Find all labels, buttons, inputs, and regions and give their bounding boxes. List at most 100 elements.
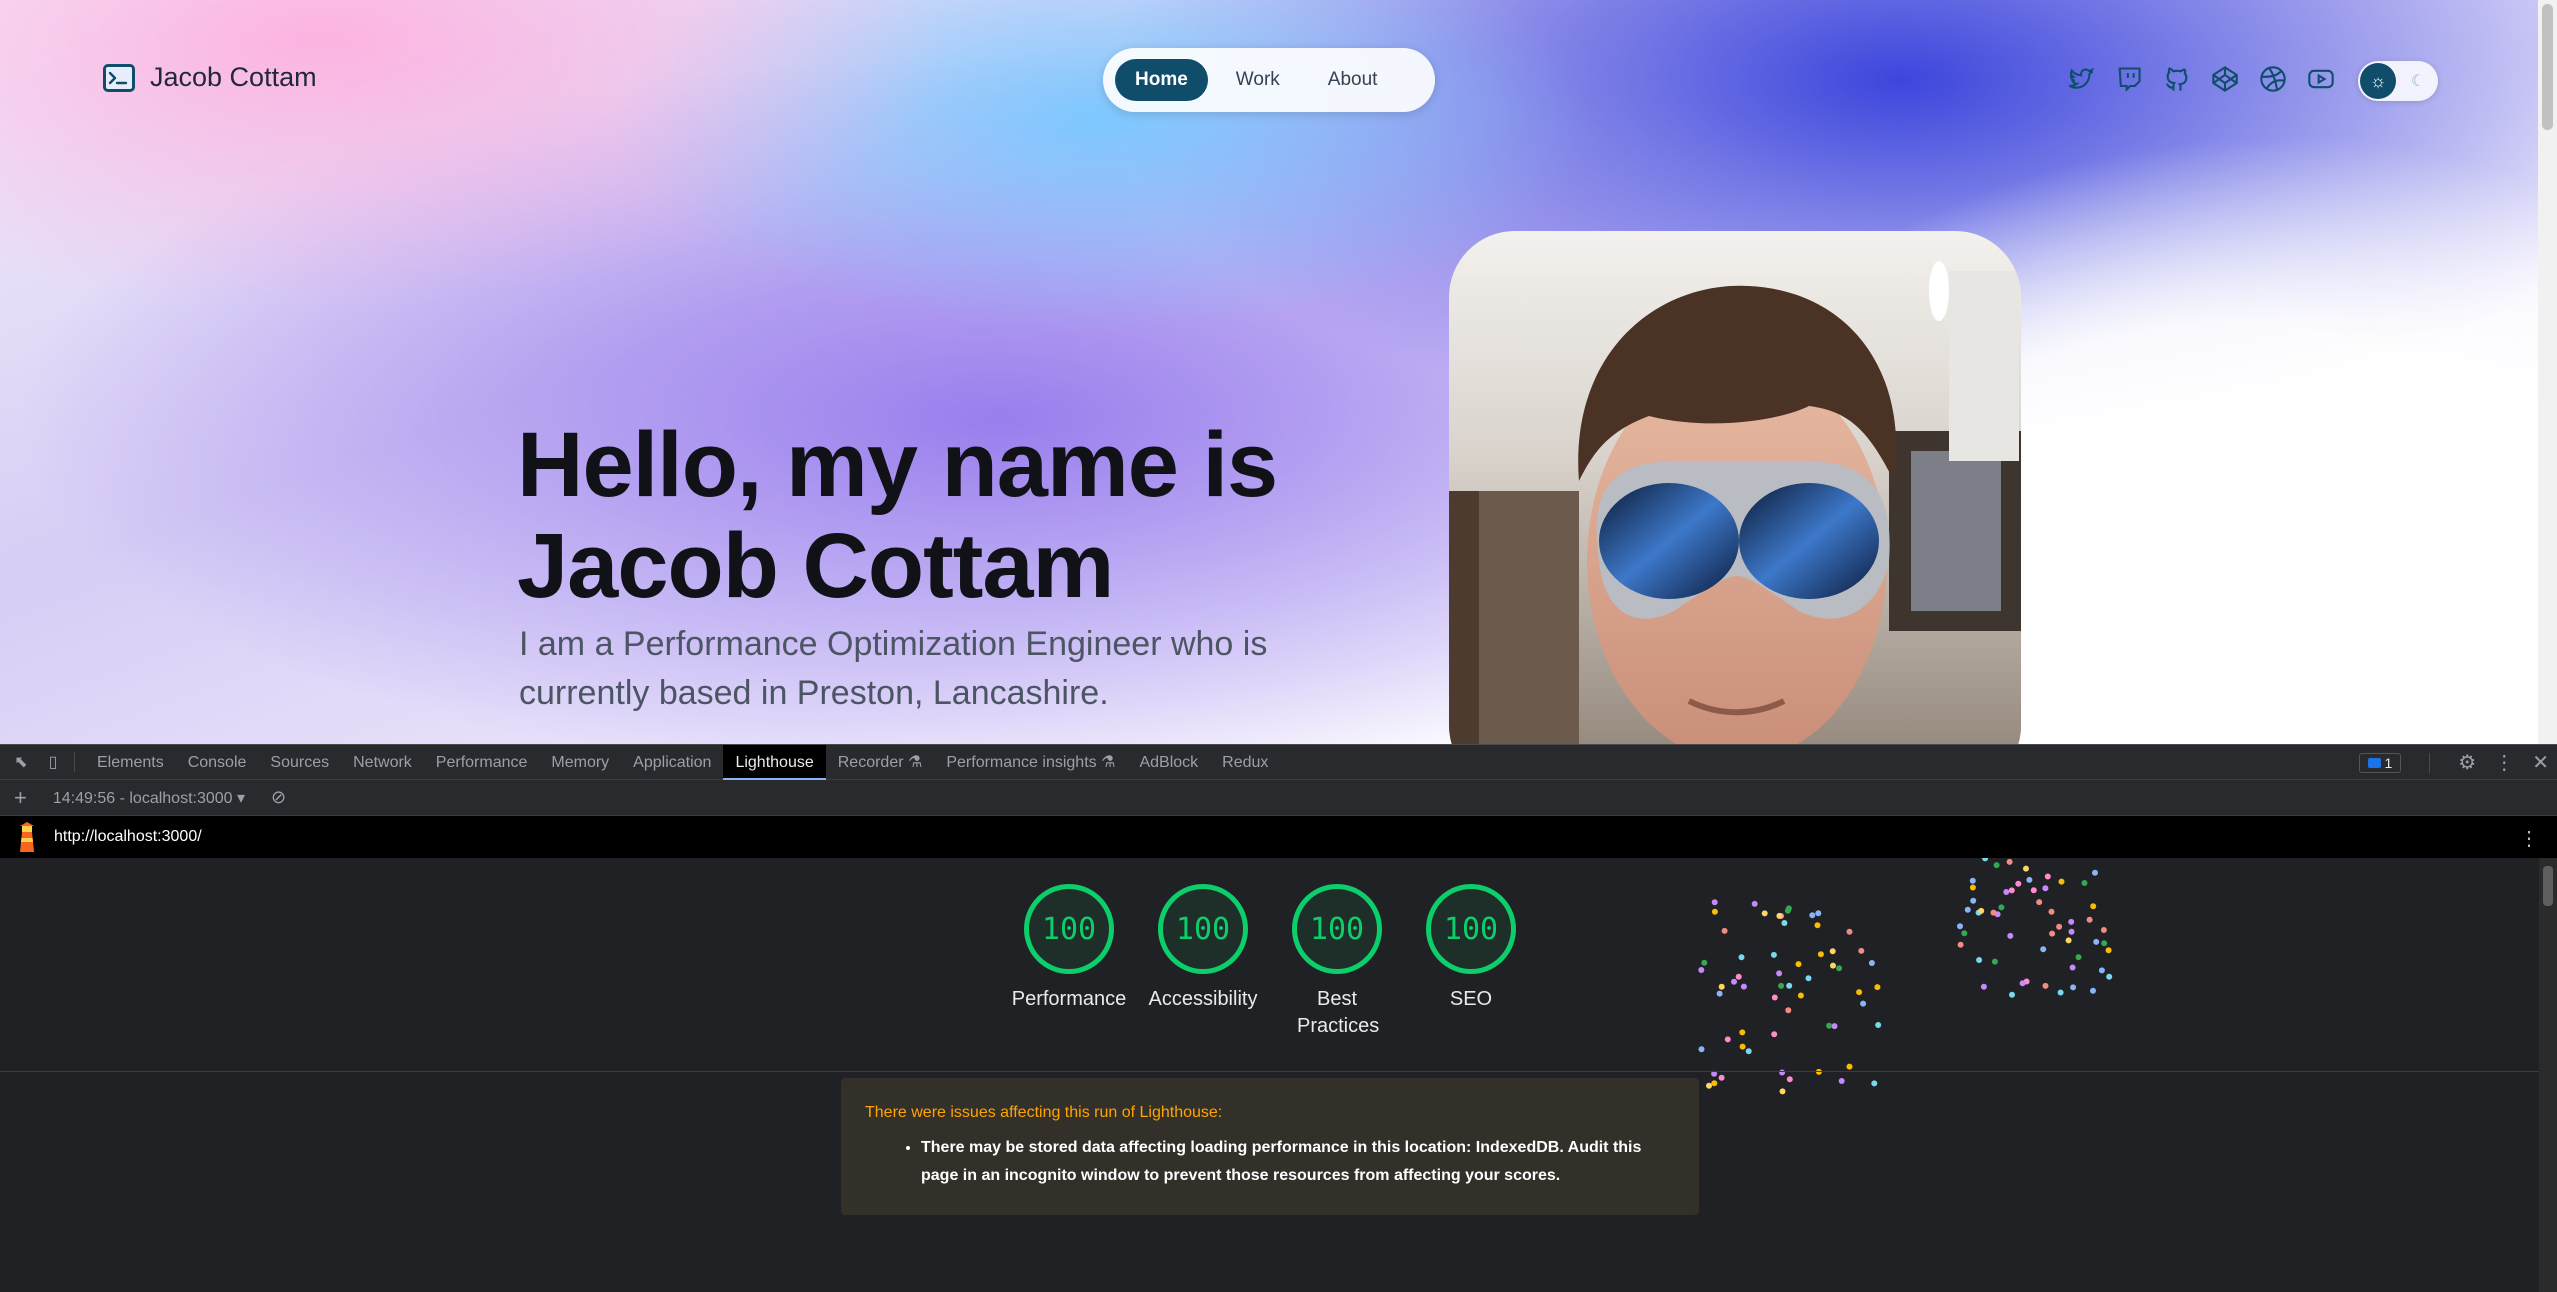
settings-gear-icon[interactable]: ⚙: [2458, 750, 2476, 775]
moon-icon: ☾: [2410, 73, 2426, 90]
confetti-dot: [2065, 937, 2072, 944]
confetti-dot: [1735, 973, 1742, 980]
confetti-dot: [1797, 992, 1804, 999]
gauge-accessibility[interactable]: 100 Accessibility: [1136, 884, 1270, 1040]
confetti-dot: [1785, 905, 1792, 912]
tab-recorder[interactable]: Recorder ⚗: [826, 745, 935, 780]
tab-adblock[interactable]: AdBlock: [1127, 745, 1210, 780]
confetti-dot: [1738, 954, 1745, 961]
confetti-dot: [2068, 918, 2075, 925]
confetti-dot: [1836, 965, 1843, 972]
confetti-dot: [2026, 876, 2033, 883]
audited-url[interactable]: http://localhost:3000/: [54, 828, 202, 846]
website-viewport: Jacob Cottam Home Work About ☼ ☾ Hello, …: [0, 0, 2557, 744]
brand-name: Jacob Cottam: [150, 62, 317, 92]
social-links: [2066, 64, 2336, 94]
dribbble-icon[interactable]: [2258, 64, 2288, 94]
dropdown-arrow-icon: ▾: [237, 789, 246, 807]
confetti-dot: [1826, 1022, 1833, 1029]
warning-item: There may be stored data affecting loadi…: [921, 1134, 1675, 1190]
gauge-score: 100: [1443, 911, 1499, 947]
more-options-icon[interactable]: ⋮: [2494, 750, 2514, 775]
gauge-best-practices[interactable]: 100 Best Practices: [1270, 884, 1404, 1040]
report-menu-icon[interactable]: ⋮: [2519, 826, 2539, 851]
nav-work[interactable]: Work: [1216, 59, 1300, 101]
device-toolbar-icon[interactable]: ▯: [42, 751, 64, 773]
scrollbar-thumb[interactable]: [2543, 866, 2553, 906]
report-selector[interactable]: 14:49:56 - localhost:3000 ▾: [53, 788, 245, 808]
codepen-icon[interactable]: [2210, 64, 2240, 94]
lighthouse-url-bar: http://localhost:3000/ ⋮: [0, 816, 2557, 858]
confetti-dot: [2036, 899, 2043, 906]
gauge-score: 100: [1041, 911, 1097, 947]
confetti-dot: [2090, 903, 2097, 910]
brand-link[interactable]: Jacob Cottam: [102, 62, 317, 93]
twitch-icon[interactable]: [2114, 64, 2144, 94]
tab-lighthouse[interactable]: Lighthouse: [723, 744, 826, 780]
tab-network[interactable]: Network: [341, 745, 424, 780]
gauge-performance[interactable]: 100 Performance: [1002, 884, 1136, 1040]
nav-about[interactable]: About: [1308, 59, 1398, 101]
confetti-dot: [2023, 978, 2030, 985]
confetti-dot: [2030, 887, 2037, 894]
confetti-dot: [2090, 987, 2096, 994]
page-scrollbar[interactable]: [2538, 0, 2557, 744]
tab-performance-insights[interactable]: Performance insights ⚗: [934, 745, 1127, 780]
tab-sources[interactable]: Sources: [258, 745, 341, 780]
confetti-dot: [1776, 912, 1783, 919]
confetti-dot: [2092, 869, 2098, 876]
inspect-element-icon[interactable]: ⬉: [10, 751, 32, 773]
devtools-panel: ⬉ ▯ Elements Console Sources Network Per…: [0, 744, 2557, 1292]
confetti-dot: [1779, 1088, 1786, 1095]
gauge-label: Performance: [1011, 988, 1127, 1010]
confetti-dot: [1770, 951, 1777, 958]
confetti-dot: [1831, 1023, 1838, 1030]
report-scrollbar[interactable]: [2539, 858, 2557, 1292]
confetti-dot: [1781, 920, 1788, 926]
gauge-circle: 100: [1024, 884, 1114, 974]
confetti-dot: [2023, 865, 2029, 872]
confetti-dot: [1761, 910, 1768, 917]
confetti-dot: [1871, 1080, 1878, 1087]
confetti-dot: [1856, 989, 1863, 996]
confetti-dot: [2086, 916, 2093, 923]
gauge-seo[interactable]: 100 SEO: [1404, 884, 1538, 1040]
confetti-dot: [1868, 960, 1875, 966]
clear-reports-icon[interactable]: ⊘: [271, 787, 286, 808]
tab-redux[interactable]: Redux: [1210, 745, 1280, 780]
gauge-label: Best Practices: [1297, 988, 1380, 1037]
confetti-dot: [1970, 897, 1977, 904]
tab-console[interactable]: Console: [176, 745, 259, 780]
issues-badge[interactable]: 1: [2358, 752, 2402, 773]
tab-memory[interactable]: Memory: [539, 745, 621, 780]
confetti-dot: [1740, 983, 1747, 990]
github-icon[interactable]: [2162, 64, 2192, 94]
experiment-flask-icon: ⚗: [1101, 753, 1116, 771]
confetti-dot: [1711, 908, 1718, 915]
tab-application[interactable]: Application: [621, 745, 723, 780]
scrollbar-thumb[interactable]: [2542, 4, 2553, 130]
report-selector-value: 14:49:56 - localhost:3000: [52, 789, 233, 807]
youtube-icon[interactable]: [2306, 64, 2336, 94]
theme-toggle[interactable]: ☼ ☾: [2358, 61, 2438, 101]
close-icon[interactable]: ✕: [2532, 750, 2549, 775]
hero-subtitle: I am a Performance Optimization Engineer…: [519, 625, 1268, 712]
confetti-dot: [1701, 959, 1708, 966]
nav-home[interactable]: Home: [1115, 59, 1208, 101]
tab-performance[interactable]: Performance: [424, 745, 540, 780]
twitter-icon[interactable]: [2066, 64, 2096, 94]
hero-title-line2: Jacob Cottam: [517, 515, 1114, 617]
divider: [0, 1071, 2540, 1072]
confetti-dot: [2042, 982, 2049, 989]
issues-count: 1: [2384, 754, 2393, 771]
confetti-dot: [1786, 1076, 1793, 1083]
confetti-dot: [1990, 909, 1997, 916]
tab-elements[interactable]: Elements: [85, 745, 176, 780]
confetti-dot: [1994, 911, 2001, 918]
confetti-dot: [2106, 973, 2113, 980]
tab-recorder-label: Recorder: [837, 753, 904, 771]
confetti-dot: [1993, 862, 2000, 869]
confetti-dot: [1786, 982, 1793, 989]
confetti-dot: [2048, 908, 2055, 915]
new-report-icon[interactable]: +: [14, 785, 27, 811]
